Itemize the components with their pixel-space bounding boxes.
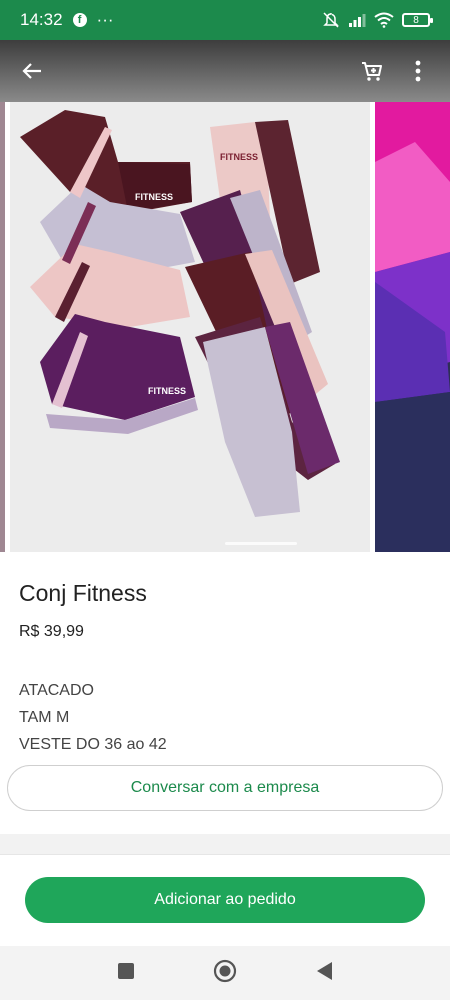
product-description-line: ATACADO [19, 682, 94, 699]
add-to-order-button[interactable]: Adicionar ao pedido [25, 877, 425, 923]
next-product-image[interactable] [375, 102, 450, 552]
more-vert-icon[interactable] [400, 53, 436, 89]
app-bar [0, 40, 450, 102]
status-bar: 14:32 f ··· 8 [0, 0, 450, 40]
product-info: Conj Fitness R$ 39,99 ATACADO TAM M VEST… [19, 580, 439, 758]
back-icon[interactable] [315, 961, 333, 986]
fitness-print-label-3: FITNESS [148, 386, 186, 396]
previous-product-image[interactable] [0, 102, 5, 552]
signal-icon [349, 14, 366, 27]
more-notifications-indicator: ··· [96, 10, 114, 29]
wifi-icon [374, 12, 394, 28]
mute-icon [323, 12, 339, 28]
fitness-print-label-1: FITNESS [135, 192, 173, 202]
fitness-print-label-2: FITNESS [220, 152, 258, 162]
back-arrow-icon[interactable] [14, 53, 50, 89]
battery-icon: 8 [402, 13, 433, 27]
fitness-set-photo: FITNESS FITNESS FITNESS [10, 102, 370, 552]
product-price: R$ 39,99 [19, 623, 84, 640]
product-description-line: TAM M [19, 709, 70, 726]
gallery-page-indicator [225, 542, 297, 545]
system-navigation-bar [0, 946, 450, 1000]
chat-with-company-button[interactable]: Conversar com a empresa [7, 765, 443, 811]
product-image-gallery[interactable]: FITNESS FITNESS FITNESS [0, 102, 450, 552]
product-description-line: VESTE DO 36 ao 42 [19, 736, 167, 753]
facebook-notification-icon: f [72, 13, 87, 27]
main-product-image[interactable]: FITNESS FITNESS FITNESS [10, 102, 370, 552]
recent-apps-icon[interactable] [117, 962, 135, 985]
home-icon[interactable] [213, 959, 237, 988]
product-title: Conj Fitness [19, 580, 147, 606]
section-divider [0, 834, 450, 854]
cart-icon[interactable] [354, 53, 390, 89]
status-time: 14:32 [20, 10, 63, 29]
next-photo-preview [375, 102, 450, 552]
